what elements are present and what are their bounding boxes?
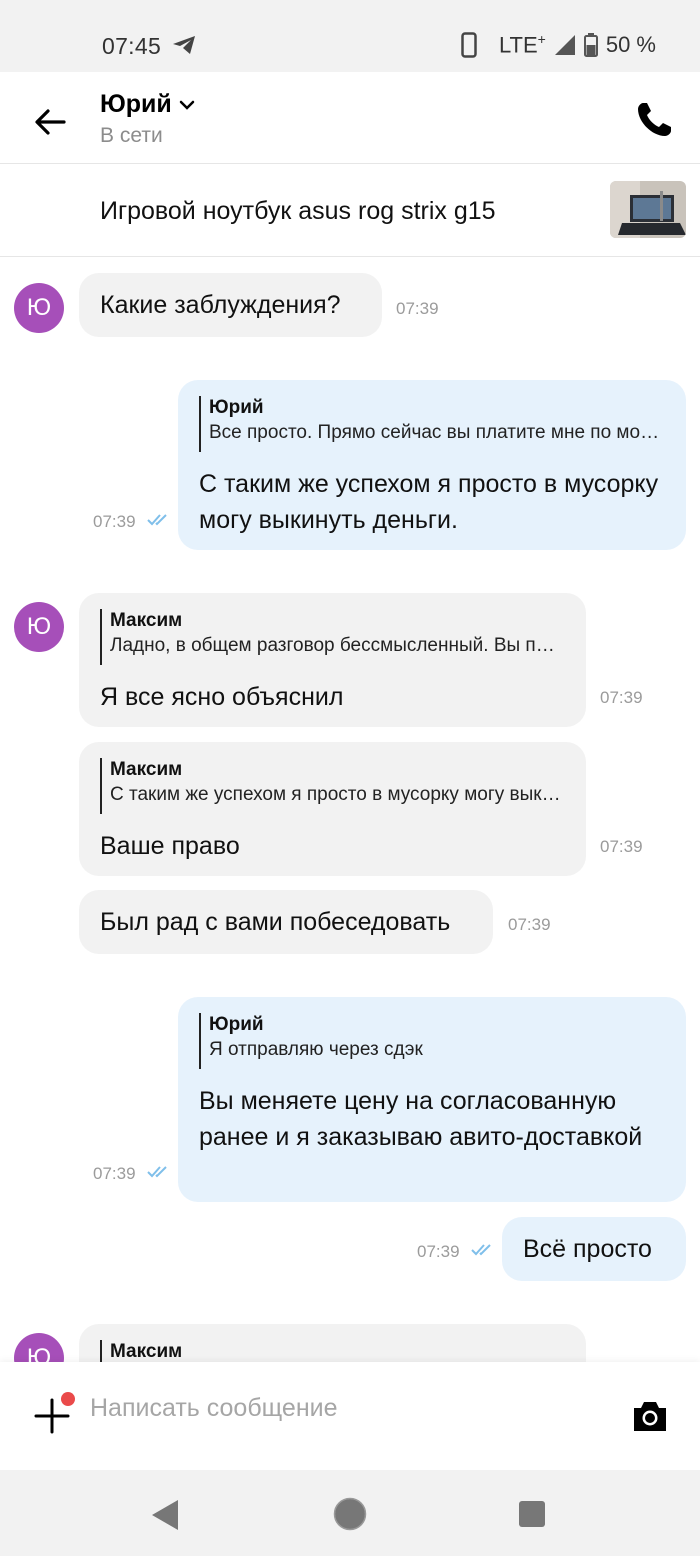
- message-bubble[interactable]: Всё просто: [502, 1217, 686, 1281]
- contact-name-toggle[interactable]: Юрий: [100, 90, 196, 119]
- double-check-icon: [147, 1166, 167, 1178]
- avatar[interactable]: Ю: [14, 283, 64, 333]
- quote-text: С таким же успехом я просто в мусорку мо…: [110, 784, 565, 805]
- reply-quote[interactable]: Максим: [100, 1340, 565, 1362]
- nav-home-icon[interactable]: [333, 1497, 367, 1531]
- notification-dot: [61, 1392, 75, 1406]
- message-time: 07:39: [396, 299, 439, 318]
- message-input-bar: Написать сообщение: [0, 1362, 700, 1470]
- phone-device-icon: [461, 32, 477, 58]
- quote-text: Я отправляю через сдэк: [209, 1039, 423, 1060]
- message-time: 07:39: [600, 688, 643, 707]
- telegram-icon: [173, 36, 195, 54]
- network-type: LTE+: [498, 31, 546, 58]
- battery-percent: 50 %: [605, 32, 656, 57]
- listing-bar[interactable]: Игровой ноутбук asus rog strix g15: [0, 164, 700, 257]
- status-time: 07:45: [102, 33, 162, 59]
- message-bubble[interactable]: Максим Ладно, в общем разговор бессмысле…: [79, 593, 586, 727]
- message-time: 07:39: [508, 915, 551, 934]
- online-status: В сети: [100, 124, 163, 147]
- reply-quote[interactable]: Максим Ладно, в общем разговор бессмысле…: [100, 609, 565, 665]
- message-bubble[interactable]: Максим С таким же успехом я просто в мус…: [79, 742, 586, 876]
- message-text: Я все ясно объяснил: [100, 683, 344, 711]
- message-time: 07:39: [93, 512, 136, 531]
- message-text: Какие заблуждения?: [100, 291, 341, 319]
- message-text: Всё просто: [523, 1235, 652, 1263]
- back-arrow-icon[interactable]: [30, 102, 70, 142]
- message-text: С таким же успехом я просто в мусорку мо…: [199, 470, 659, 534]
- contact-name: Юрий: [100, 90, 172, 118]
- chevron-down-icon: [179, 100, 195, 110]
- listing-thumbnail[interactable]: [610, 181, 686, 238]
- status-icons: LTE+ 50 %: [461, 31, 656, 59]
- avatar[interactable]: Ю: [14, 602, 64, 652]
- camera-icon[interactable]: [630, 1396, 670, 1436]
- double-check-icon: [147, 514, 167, 526]
- message-bubble[interactable]: Юрий Все просто. Прямо сейчас вы платите…: [178, 380, 686, 550]
- message-text: Ваше право: [100, 832, 240, 860]
- quote-author: Максим: [110, 759, 183, 780]
- phone-icon[interactable]: [634, 100, 674, 140]
- quote-text: Все просто. Прямо сейчас вы платите мне …: [209, 422, 665, 443]
- message-bubble[interactable]: Максим: [79, 1324, 586, 1362]
- system-nav-bar: [0, 1470, 700, 1556]
- status-bar: 07:45 LTE+ 50 %: [0, 0, 700, 72]
- quote-author: Максим: [110, 610, 183, 631]
- message-list[interactable]: Ю Какие заблуждения? 07:39 07:39 Юрий Вс…: [0, 257, 700, 1362]
- reply-quote[interactable]: Юрий Все просто. Прямо сейчас вы платите…: [199, 396, 665, 452]
- signal-icon: [554, 35, 575, 55]
- reply-quote[interactable]: Максим С таким же успехом я просто в мус…: [100, 758, 565, 814]
- avatar[interactable]: Ю: [14, 1333, 64, 1362]
- listing-title: Игровой ноутбук asus rog strix g15: [100, 197, 496, 225]
- message-time: 07:39: [93, 1164, 136, 1183]
- quote-text: Ладно, в общем разговор бессмысленный. В…: [110, 635, 565, 656]
- message-time: 07:39: [600, 837, 643, 856]
- message-bubble[interactable]: Какие заблуждения?: [79, 273, 382, 337]
- message-time: 07:39: [417, 1242, 460, 1261]
- reply-quote[interactable]: Юрий Я отправляю через сдэк: [199, 1013, 665, 1069]
- chat-header: Юрий В сети: [0, 72, 700, 164]
- nav-back-icon[interactable]: [150, 1498, 180, 1532]
- message-text: Вы меняете цену на согласованную ранее и…: [199, 1087, 643, 1151]
- message-bubble[interactable]: Был рад с вами побеседовать: [79, 890, 493, 954]
- quote-author: Максим: [110, 1341, 183, 1362]
- battery-icon: [583, 33, 598, 57]
- message-bubble[interactable]: Юрий Я отправляю через сдэк Вы меняете ц…: [178, 997, 686, 1202]
- nav-recents-icon[interactable]: [519, 1501, 545, 1527]
- message-input[interactable]: Написать сообщение: [90, 1394, 338, 1423]
- message-text: Был рад с вами побеседовать: [100, 908, 451, 936]
- double-check-icon: [471, 1244, 491, 1256]
- quote-author: Юрий: [209, 1014, 264, 1035]
- quote-author: Юрий: [209, 397, 264, 418]
